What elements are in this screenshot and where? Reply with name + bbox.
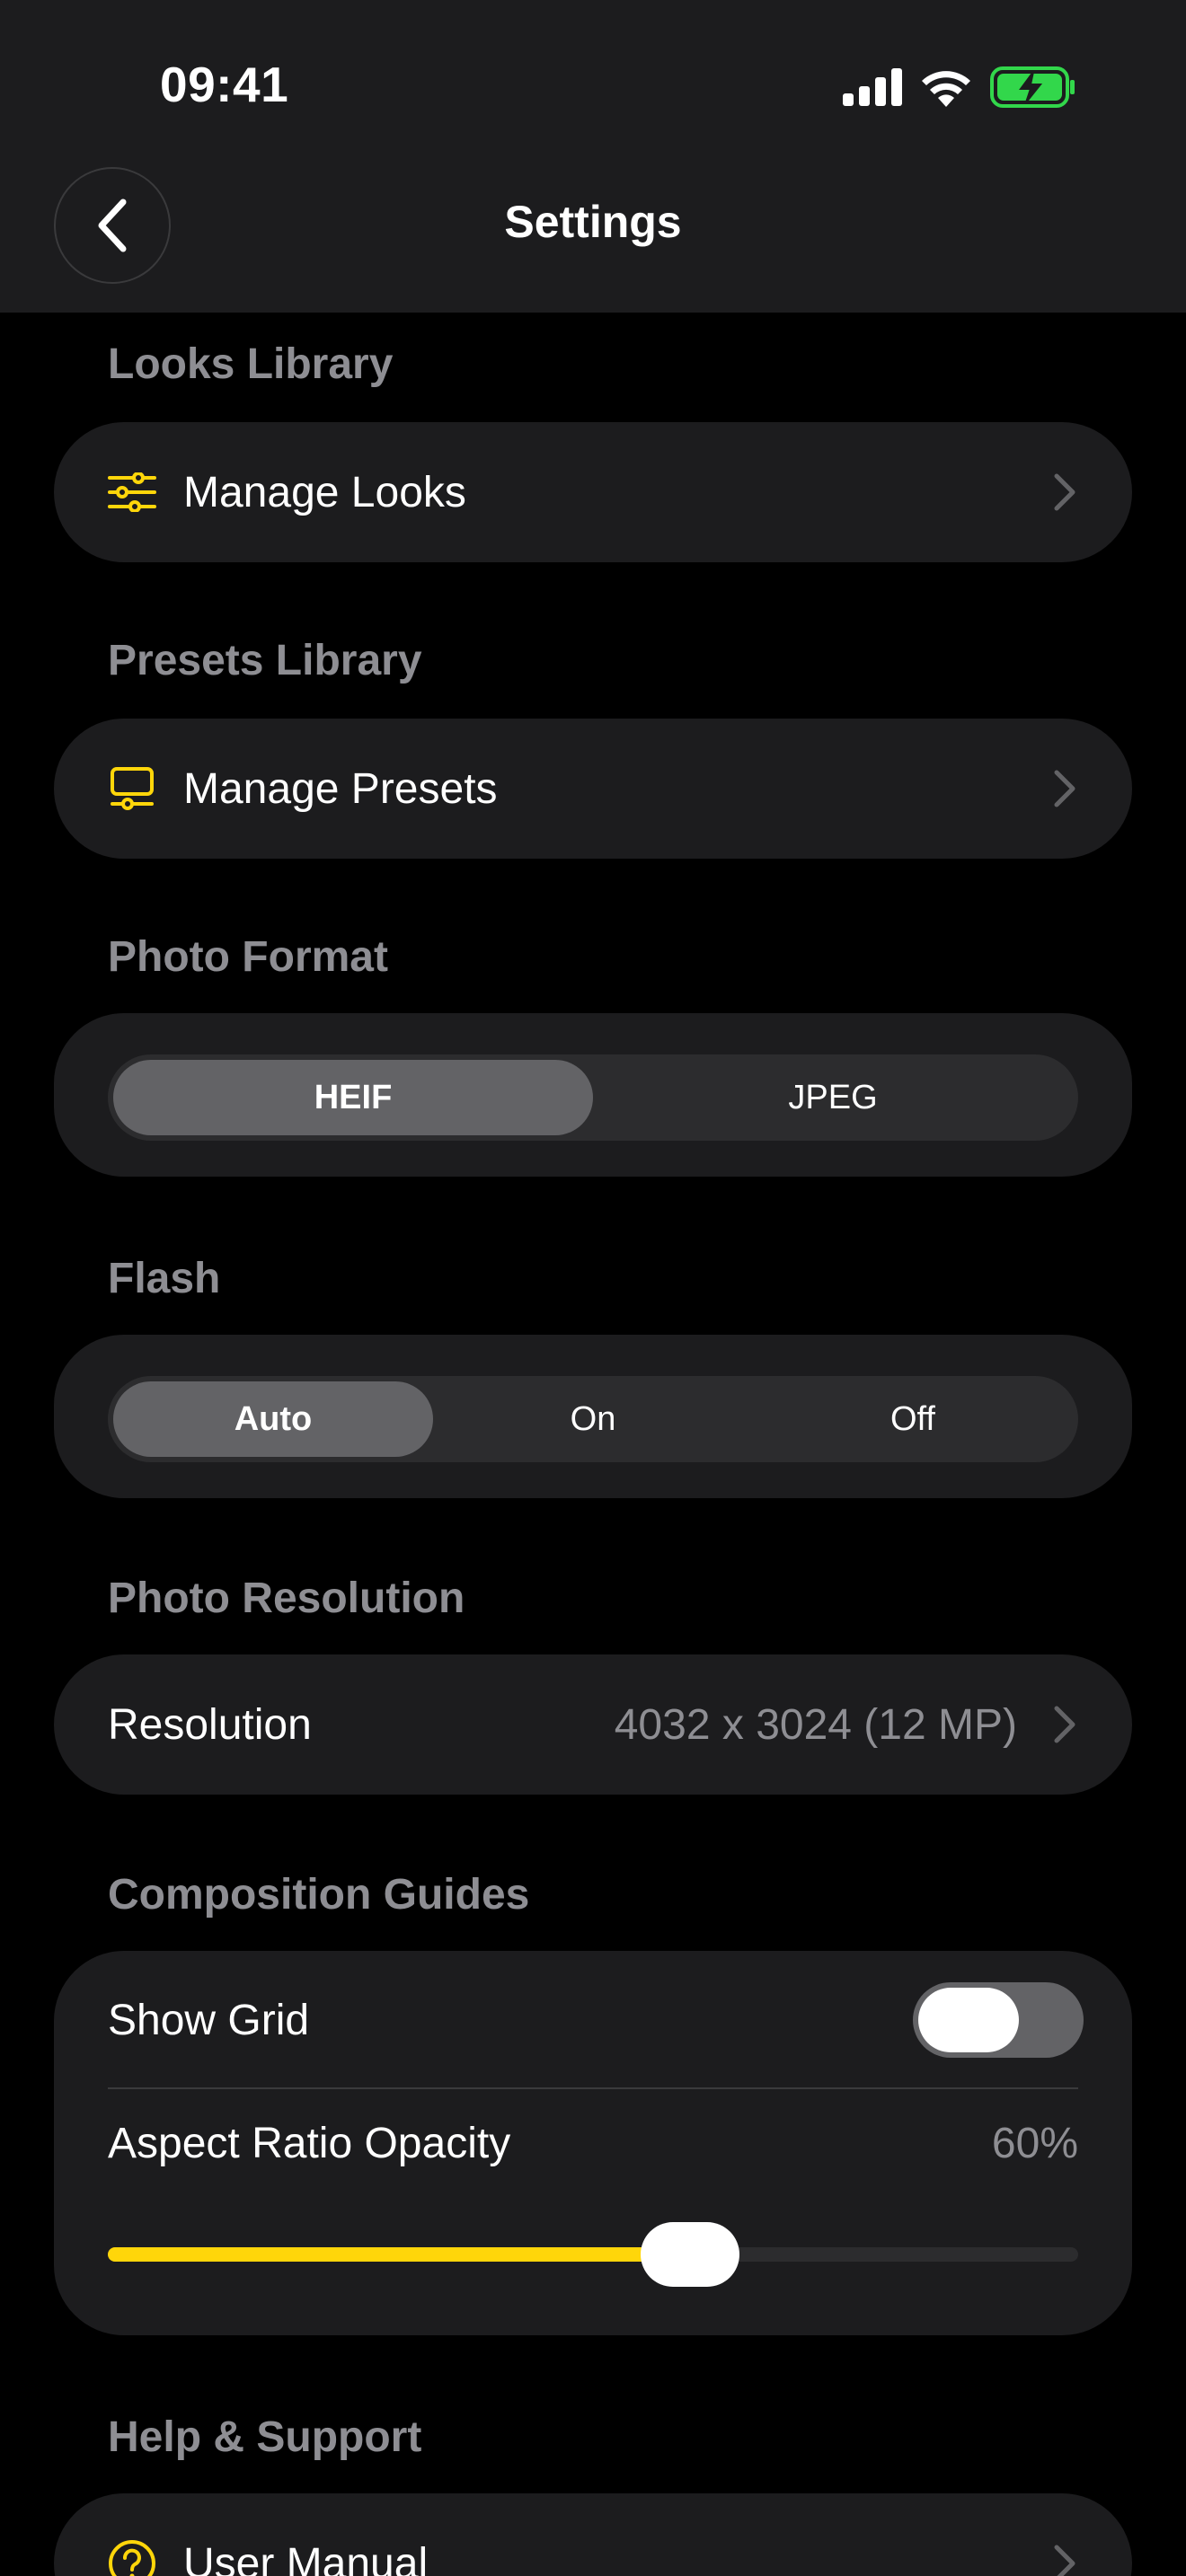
show-grid-row: Show Grid [54,1951,1132,2089]
status-time: 09:41 [160,57,289,112]
photo-format-card: HEIF JPEG [54,1013,1132,1177]
section-title-photo-format: Photo Format [108,933,388,981]
segment-jpeg[interactable]: JPEG [593,1060,1073,1135]
composition-card: Show Grid Aspect Ratio Opacity 60% [54,1951,1132,2335]
chevron-right-icon [1054,1706,1075,1743]
show-grid-label: Show Grid [108,1996,310,2044]
wifi-icon [922,71,970,107]
opacity-row: Aspect Ratio Opacity 60% [54,2089,1132,2197]
manage-looks-row[interactable]: Manage Looks [54,422,1132,562]
user-manual-row[interactable]: User Manual [54,2493,1132,2576]
resolution-row[interactable]: Resolution 4032 x 3024 (12 MP) [54,1654,1132,1795]
flash-segmented-control: Auto On Off [108,1376,1078,1462]
question-circle-icon [108,2539,156,2576]
segment-on[interactable]: On [433,1381,753,1457]
resolution-value: 4032 x 3024 (12 MP) [614,1700,1017,1749]
sliders-icon [108,468,156,516]
opacity-slider-thumb[interactable] [641,2222,739,2287]
segment-auto[interactable]: Auto [113,1381,433,1457]
opacity-slider-track[interactable] [108,2222,1078,2287]
section-title-composition: Composition Guides [108,1871,530,1919]
show-grid-toggle[interactable] [913,1982,1084,2058]
toggle-knob [918,1988,1019,2052]
user-manual-label: User Manual [183,2539,429,2576]
section-title-flash: Flash [108,1255,221,1302]
manage-presets-row[interactable]: Manage Presets [54,719,1132,859]
segment-heif[interactable]: HEIF [113,1060,593,1135]
header: 09:41 Settings [0,0,1186,313]
opacity-value: 60% [991,2119,1078,2167]
opacity-label: Aspect Ratio Opacity [108,2119,511,2167]
preset-icon [108,764,156,813]
help-card: User Manual [54,2493,1132,2576]
chevron-right-icon [1054,473,1075,511]
resolution-card: Resolution 4032 x 3024 (12 MP) [54,1654,1132,1795]
opacity-slider-fill [108,2247,690,2262]
cellular-signal-icon [843,68,902,106]
resolution-label: Resolution [108,1700,312,1749]
section-title-help: Help & Support [108,2413,422,2461]
battery-charging-icon [990,66,1075,108]
section-title-looks: Looks Library [108,340,394,388]
section-title-resolution: Photo Resolution [108,1575,465,1622]
presets-card: Manage Presets [54,719,1132,859]
page-title: Settings [504,197,682,247]
manage-looks-label: Manage Looks [183,468,466,516]
section-title-presets: Presets Library [108,637,422,684]
segment-off[interactable]: Off [753,1381,1073,1457]
chevron-right-icon [1054,770,1075,807]
manage-presets-label: Manage Presets [183,764,498,813]
photo-format-segmented-control: HEIF JPEG [108,1054,1078,1141]
flash-card: Auto On Off [54,1335,1132,1498]
looks-card: Manage Looks [54,422,1132,562]
status-icons [843,63,1076,111]
settings-screen: 09:41 Settings Looks Library Manage Look… [0,0,1186,2576]
chevron-right-icon [1054,2545,1075,2576]
